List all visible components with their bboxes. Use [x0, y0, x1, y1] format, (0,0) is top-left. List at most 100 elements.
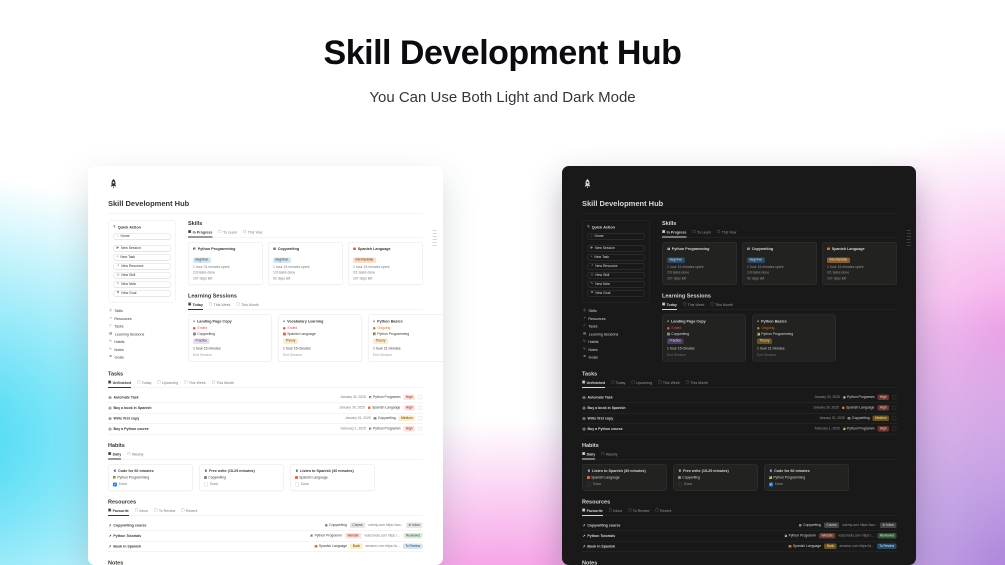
- session-card[interactable]: ≡Python BasicsOngoingPython ProgrammingT…: [752, 314, 836, 361]
- sidebar-item-learning-sessions[interactable]: ▤Learning Sessions: [109, 332, 176, 337]
- skill-card[interactable]: Spanish LanguageIntermediate1 hour 15 mi…: [348, 242, 423, 285]
- done-checkbox[interactable]: ✓: [769, 482, 773, 486]
- skill-chip[interactable]: Copywriting: [193, 332, 215, 336]
- tab-this-year[interactable]: ▢This Year: [243, 230, 263, 235]
- tab-weekly[interactable]: ▢Weekly: [601, 452, 617, 457]
- tab-this-week[interactable]: ▢This Week: [658, 380, 680, 385]
- habit-card[interactable]: ↯Code for 60 minutesPython Programming✓D…: [108, 464, 193, 491]
- tab-favourite[interactable]: ▣Favourite: [582, 508, 603, 513]
- done-checkbox[interactable]: [295, 482, 299, 486]
- resource-row[interactable]: ↗Python TutorialsPython ProgrammWebsitew…: [582, 531, 897, 542]
- resource-row[interactable]: ↗Python TutorialsPython ProgrammWebsitew…: [108, 531, 423, 542]
- task-checkbox[interactable]: [418, 416, 423, 421]
- task-row[interactable]: ◎Write first copyJanuary 31, 2025Copywri…: [582, 413, 897, 424]
- tab-to-learn[interactable]: ▢To Learn: [218, 230, 237, 235]
- sidebar-item-learning-sessions[interactable]: ▤Learning Sessions: [583, 332, 650, 337]
- skill-chip[interactable]: Python Programm: [310, 534, 342, 538]
- home-button[interactable]: ⌂Home: [114, 233, 171, 240]
- drag-handle[interactable]: [433, 230, 438, 246]
- session-card[interactable]: ≡Landing Page CopyEndedCopywritingPracti…: [188, 314, 272, 361]
- tab-this-week[interactable]: ▢This Week: [683, 302, 705, 307]
- skill-card[interactable]: Spanish LanguageIntermediate1 hour 15 mi…: [822, 242, 897, 285]
- task-checkbox[interactable]: [418, 406, 423, 411]
- task-checkbox[interactable]: [418, 427, 423, 432]
- sidebar-item-notes[interactable]: ✎Notes: [109, 347, 176, 352]
- tab-upcoming[interactable]: ▢Upcoming: [631, 380, 652, 385]
- sidebar-item-skills[interactable]: ◎Skills: [583, 309, 650, 314]
- skill-chip[interactable]: Spanish Language: [295, 476, 328, 480]
- resource-url[interactable]: udemy.com https://ww...: [368, 524, 403, 528]
- task-row[interactable]: ◎Write first copyJanuary 31, 2025Copywri…: [108, 413, 423, 424]
- end-session-button[interactable]: End Session: [667, 353, 741, 357]
- tab-weekly[interactable]: ▢Weekly: [127, 452, 143, 457]
- skill-chip[interactable]: Python Programm: [369, 427, 401, 431]
- task-row[interactable]: ◎Automate TaskJanuary 30, 2025Python Pro…: [582, 392, 897, 403]
- sidebar-item-skills[interactable]: ◎Skills: [109, 309, 176, 314]
- skill-chip[interactable]: Python Programm: [843, 427, 875, 431]
- task-checkbox[interactable]: [892, 416, 897, 421]
- task-checkbox[interactable]: [892, 427, 897, 432]
- task-row[interactable]: ◎Buy a book in SpanishJanuary 30, 2025Sp…: [582, 403, 897, 414]
- session-card[interactable]: ≡Vocabulary LearningEndedSpanish Languag…: [278, 314, 362, 361]
- tab-unfinished[interactable]: ▣Unfinished: [108, 380, 131, 385]
- resource-url[interactable]: udemy.com https://ww...: [842, 524, 877, 528]
- task-checkbox[interactable]: [892, 395, 897, 400]
- skill-chip[interactable]: Spanish Language: [842, 406, 875, 410]
- end-session-button[interactable]: End Session: [373, 353, 443, 357]
- sidebar-item-notes[interactable]: ✎Notes: [583, 347, 650, 352]
- tab-this-month[interactable]: ▢This Month: [710, 302, 732, 307]
- resource-row[interactable]: ↗Copywriting courseCopywritingCourseudem…: [108, 520, 423, 531]
- tab-this-month[interactable]: ▢This Month: [212, 380, 234, 385]
- sidebar-item-resources[interactable]: ↗Resources: [109, 316, 176, 321]
- sidebar-item-habits[interactable]: ↻Habits: [109, 340, 176, 345]
- tab-unfinished[interactable]: ▣Unfinished: [582, 380, 605, 385]
- skill-card[interactable]: Python ProgrammingBeginner1 hour 31 minu…: [662, 242, 737, 285]
- habit-card[interactable]: ↯Listen to Spanish (30 minutes)Spanish L…: [582, 464, 667, 491]
- tab-in-progress[interactable]: ▣In Progress: [188, 230, 212, 235]
- tab-inbox[interactable]: ▢Inbox: [609, 508, 622, 513]
- new-session-button[interactable]: ▶New Session: [114, 245, 171, 252]
- skill-chip[interactable]: Spanish Language: [315, 545, 348, 549]
- habit-card[interactable]: ↯Code for 60 minutesPython Programming✓D…: [764, 464, 849, 491]
- tab-to-learn[interactable]: ▢To Learn: [692, 230, 711, 235]
- task-checkbox[interactable]: [418, 395, 423, 400]
- done-checkbox[interactable]: [204, 482, 208, 486]
- skill-chip[interactable]: Copywriting: [667, 332, 689, 336]
- skill-chip[interactable]: Copywriting: [678, 476, 700, 480]
- skill-card[interactable]: Python ProgrammingBeginner1 hour 31 minu…: [188, 242, 263, 285]
- skill-chip[interactable]: Python Programm: [369, 396, 401, 400]
- skill-card[interactable]: CopywritingBeginner1 hour 15 minutes spe…: [742, 242, 817, 285]
- tab-in-progress[interactable]: ▣In Progress: [662, 230, 686, 235]
- skill-chip[interactable]: Copywriting: [799, 524, 821, 528]
- skill-chip[interactable]: Python Programm: [784, 534, 816, 538]
- tab-today[interactable]: ▣Today: [662, 302, 677, 307]
- sidebar-item-tasks[interactable]: ✓Tasks: [109, 324, 176, 329]
- task-row[interactable]: ◎Buy a Python courseFebruary 1, 2025Pyth…: [582, 424, 897, 435]
- new-note-button[interactable]: ✎New Note: [114, 281, 171, 288]
- resource-row[interactable]: ↗Copywriting courseCopywritingCourseudem…: [582, 520, 897, 531]
- tab-recent[interactable]: ▢Recent: [181, 508, 197, 513]
- skill-chip[interactable]: Python Programm: [843, 396, 875, 400]
- end-session-button[interactable]: End Session: [283, 353, 357, 357]
- skill-card[interactable]: CopywritingBeginner1 hour 15 minutes spe…: [268, 242, 343, 285]
- tab-this-week[interactable]: ▢This Week: [184, 380, 206, 385]
- resource-row[interactable]: ↗Book in SpanishSpanish LanguageBookamaz…: [108, 541, 423, 552]
- end-session-button[interactable]: End Session: [757, 353, 831, 357]
- new-skill-button[interactable]: ◎New Skill: [114, 272, 171, 279]
- skill-chip[interactable]: Python Programming: [757, 332, 793, 336]
- skill-chip[interactable]: Spanish Language: [283, 332, 316, 336]
- sidebar-item-goals[interactable]: ⚑Goals: [583, 355, 650, 360]
- new-skill-button[interactable]: ◎New Skill: [588, 272, 645, 279]
- skill-chip[interactable]: Spanish Language: [789, 545, 822, 549]
- new-task-button[interactable]: +New Task: [588, 254, 645, 261]
- home-button[interactable]: ⌂Home: [588, 233, 645, 240]
- done-checkbox[interactable]: [678, 482, 682, 486]
- sidebar-item-resources[interactable]: ↗Resources: [583, 316, 650, 321]
- task-row[interactable]: ◎Automate TaskJanuary 30, 2025Python Pro…: [108, 392, 423, 403]
- task-row[interactable]: ◎Buy a Python courseFebruary 1, 2025Pyth…: [108, 424, 423, 435]
- tab-to-review[interactable]: ▢To Review: [154, 508, 175, 513]
- resource-url[interactable]: w3schools.com https://w...: [364, 534, 400, 538]
- skill-chip[interactable]: Python Programming: [769, 476, 805, 480]
- skill-chip[interactable]: Python Programming: [373, 332, 409, 336]
- task-row[interactable]: ◎Buy a book in SpanishJanuary 30, 2025Sp…: [108, 403, 423, 414]
